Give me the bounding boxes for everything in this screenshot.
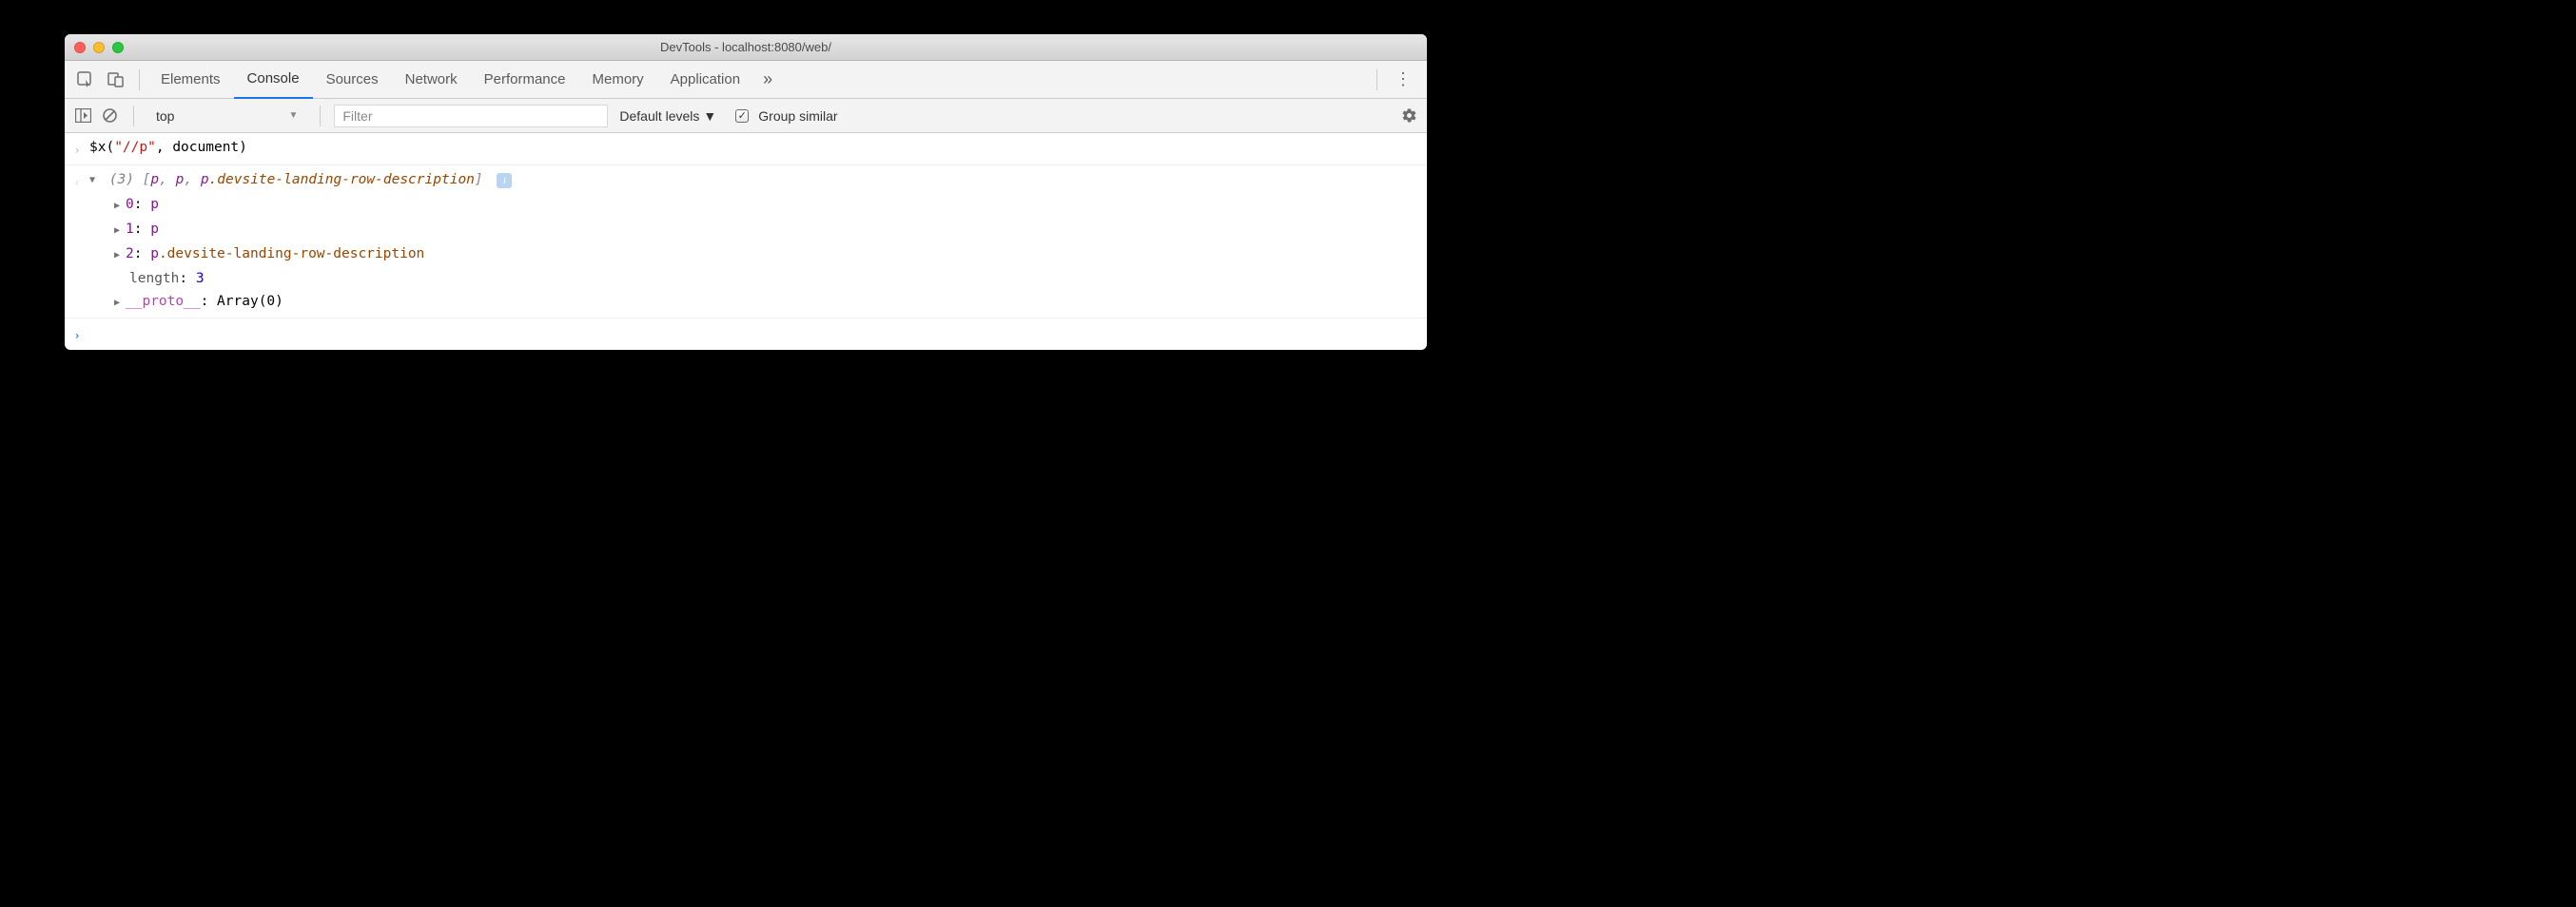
disclosure-triangle-open-icon[interactable]: ▼	[89, 169, 101, 192]
property-name: __proto__	[126, 294, 201, 309]
levels-label: Default levels	[619, 108, 699, 124]
window-controls	[65, 42, 124, 53]
tab-application[interactable]: Application	[657, 61, 753, 99]
tab-sources[interactable]: Sources	[313, 61, 392, 99]
disclosure-triangle-icon[interactable]: ▶	[114, 292, 126, 315]
array-proto[interactable]: ▶__proto__: Array(0)	[89, 290, 1417, 315]
dropdown-caret-icon: ▼	[703, 108, 716, 124]
preview-tag: p	[150, 172, 159, 187]
info-badge-icon[interactable]: i	[497, 173, 512, 188]
array-length: length: 3	[89, 267, 1417, 290]
console-prompt-row[interactable]: ›	[65, 318, 1427, 350]
console-result-row: ‹ ▼ (3) [p, p, p.devsite-landing-row-des…	[65, 165, 1427, 318]
window-title: DevTools - localhost:8080/web/	[65, 40, 1427, 54]
array-entry[interactable]: ▶2: p.devsite-landing-row-description	[89, 242, 1417, 267]
element-class: .devsite-landing-row-description	[159, 246, 424, 261]
minimize-window-button[interactable]	[93, 42, 105, 53]
array-index: 1	[126, 222, 134, 237]
console-result: ▼ (3) [p, p, p.devsite-landing-row-descr…	[89, 168, 1427, 315]
device-toolbar-icon[interactable]	[103, 67, 129, 93]
log-levels-selector[interactable]: Default levels ▼	[614, 108, 722, 124]
array-count: (3)	[109, 172, 134, 187]
property-value: 3	[196, 271, 205, 286]
clear-console-icon[interactable]	[99, 106, 120, 126]
console-prompt-input[interactable]	[89, 321, 1427, 347]
property-value: Array(0)	[217, 294, 283, 309]
group-similar-label: Group similar	[758, 108, 837, 124]
toggle-sidebar-icon[interactable]	[72, 106, 93, 126]
array-entry[interactable]: ▶0: p	[89, 193, 1417, 218]
tab-performance[interactable]: Performance	[471, 61, 579, 99]
separator	[1376, 69, 1377, 90]
inspect-element-icon[interactable]	[72, 67, 99, 93]
dropdown-caret-icon: ▼	[288, 110, 298, 121]
filter-input[interactable]: Filter	[334, 105, 608, 127]
input-marker-icon: ›	[65, 136, 89, 162]
disclosure-triangle-icon[interactable]: ▶	[114, 244, 126, 267]
group-similar-checkbox[interactable]: ✓	[735, 109, 749, 123]
tabs-overflow[interactable]: »	[757, 69, 778, 89]
console-output: › $x("//p", document) ‹ ▼ (3) [p, p, p.d…	[65, 133, 1427, 350]
disclosure-triangle-icon[interactable]: ▶	[114, 220, 126, 242]
element-tag: p	[150, 246, 159, 261]
disclosure-triangle-icon[interactable]: ▶	[114, 195, 126, 218]
element-tag: p	[150, 222, 159, 237]
element-tag: p	[150, 197, 159, 212]
console-input-row: › $x("//p", document)	[65, 133, 1427, 165]
console-command: $x("//p", document)	[89, 136, 1427, 162]
tab-strip: Elements Console Sources Network Perform…	[65, 61, 1427, 99]
array-index: 2	[126, 246, 134, 261]
output-marker-icon: ‹	[65, 168, 89, 315]
prompt-marker-icon: ›	[65, 321, 89, 347]
context-label: top	[156, 108, 174, 124]
console-settings-icon[interactable]	[1398, 106, 1419, 126]
titlebar: DevTools - localhost:8080/web/	[65, 34, 1427, 61]
array-summary[interactable]: ▼ (3) [p, p, p.devsite-landing-row-descr…	[89, 168, 1417, 193]
array-index: 0	[126, 197, 134, 212]
zoom-window-button[interactable]	[112, 42, 124, 53]
array-entry[interactable]: ▶1: p	[89, 218, 1417, 242]
devtools-window: DevTools - localhost:8080/web/ Elements …	[65, 34, 1427, 350]
console-toolbar: top ▼ Filter Default levels ▼ ✓ Group si…	[65, 99, 1427, 133]
tab-console[interactable]: Console	[234, 61, 313, 99]
tab-memory[interactable]: Memory	[579, 61, 657, 99]
tab-network[interactable]: Network	[392, 61, 471, 99]
separator	[320, 106, 321, 126]
separator	[139, 69, 140, 90]
preview-tag: p	[201, 172, 209, 187]
context-selector[interactable]: top ▼	[147, 106, 306, 126]
close-window-button[interactable]	[74, 42, 86, 53]
separator	[133, 106, 134, 126]
tab-elements[interactable]: Elements	[147, 61, 234, 99]
settings-menu-icon[interactable]: ⋮	[1385, 69, 1421, 89]
filter-placeholder: Filter	[342, 108, 372, 124]
preview-class: .devsite-landing-row-description	[209, 172, 475, 187]
property-name: length	[129, 271, 179, 286]
